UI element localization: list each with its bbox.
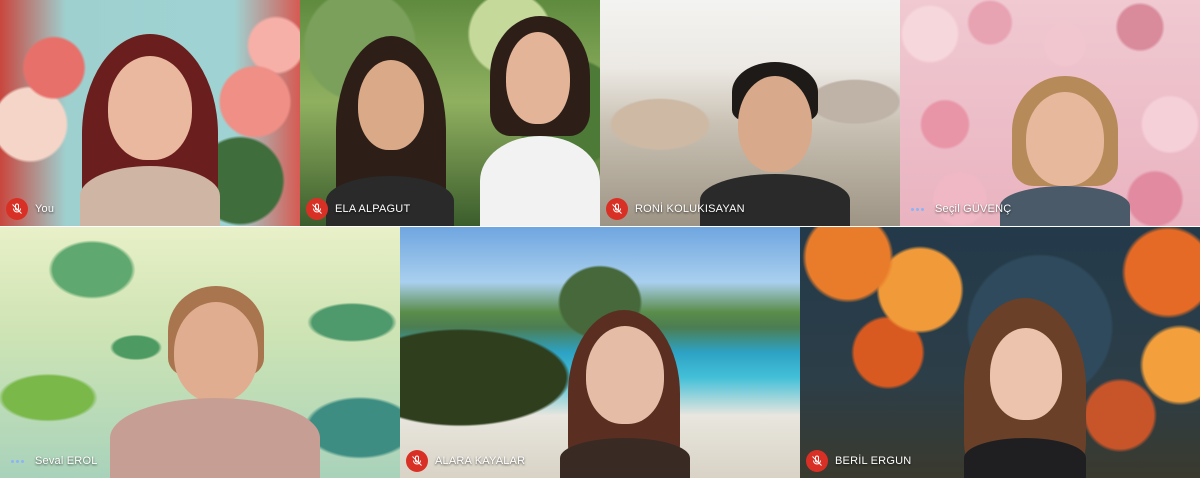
- participant-video: [110, 264, 320, 478]
- participant-tile-ela-alpagut[interactable]: ELA ALPAGUT: [300, 0, 600, 226]
- participant-name: BERİL ERGUN: [835, 455, 912, 467]
- participant-video: [550, 310, 700, 478]
- participant-name: Seval EROL: [35, 455, 98, 467]
- mic-off-icon: [6, 198, 28, 220]
- participant-video: [990, 76, 1140, 226]
- participant-video: [950, 298, 1100, 478]
- participant-tile-beril-ergun[interactable]: BERİL ERGUN: [800, 227, 1200, 478]
- participant-tile-seval-erol[interactable]: Seval EROL: [0, 227, 400, 478]
- speaking-dots-icon: [6, 450, 28, 472]
- participant-name-bar: Seçil GÜVENÇ: [906, 198, 1011, 220]
- mic-off-icon: [606, 198, 628, 220]
- mic-off-icon: [306, 198, 328, 220]
- participant-name-bar: RONİ KOLUKISAYAN: [606, 198, 745, 220]
- participant-name-bar: ALARA KAYALAR: [406, 450, 525, 472]
- participant-name: ELA ALPAGUT: [335, 203, 411, 215]
- participant-name-bar: Seval EROL: [6, 450, 98, 472]
- participant-tile-you[interactable]: You: [0, 0, 300, 226]
- participant-tile-roni-kolukisayan[interactable]: RONİ KOLUKISAYAN: [600, 0, 900, 226]
- participant-name-bar: BERİL ERGUN: [806, 450, 911, 472]
- participant-name: Seçil GÜVENÇ: [935, 203, 1012, 215]
- participant-name: You: [35, 203, 55, 215]
- participant-name: ALARA KAYALAR: [435, 455, 526, 467]
- speaking-dots-icon: [906, 198, 928, 220]
- mic-off-icon: [806, 450, 828, 472]
- participant-tile-secil-guvenc[interactable]: Seçil GÜVENÇ: [900, 0, 1200, 226]
- participant-name-bar: ELA ALPAGUT: [306, 198, 410, 220]
- participant-tile-alara-kayalar[interactable]: ALARA KAYALAR: [400, 227, 800, 478]
- participant-video-second: [480, 8, 600, 226]
- participant-video: [60, 26, 240, 226]
- video-grid: You ELA ALPAGUT RONİ KOLUKISAYAN Seçil G…: [0, 0, 1200, 478]
- mic-off-icon: [406, 450, 428, 472]
- participant-video: [320, 16, 460, 226]
- participant-name-bar: You: [6, 198, 54, 220]
- participant-name: RONİ KOLUKISAYAN: [635, 203, 745, 215]
